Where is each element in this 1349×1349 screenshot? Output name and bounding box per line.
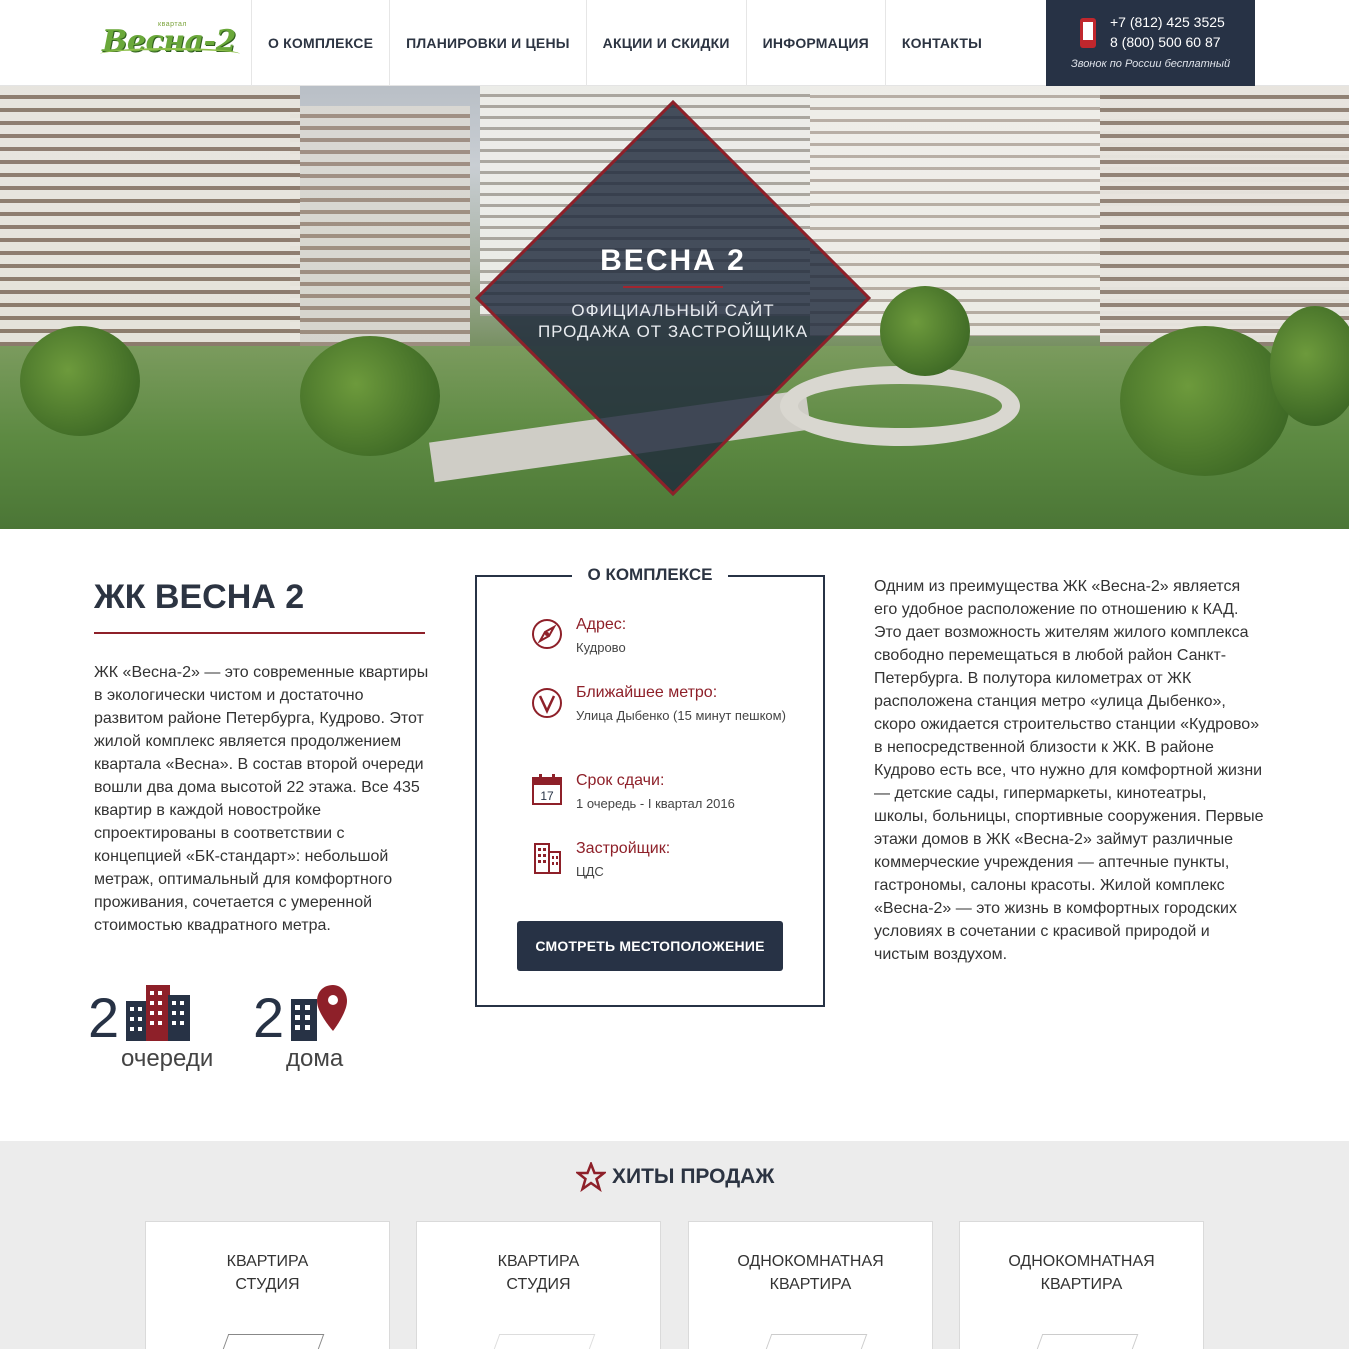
hit-card[interactable]: Однокомнатная квартира (688, 1221, 933, 1349)
info-value: ЦДС (576, 864, 604, 879)
hero-building (290, 106, 470, 356)
hit-card-title-line1: Однокомнатная (737, 1253, 884, 1270)
info-box-title: О КОМПЛЕКСЕ (572, 565, 728, 585)
hit-card-title-line2: студия (235, 1276, 300, 1293)
about-title-underline (94, 632, 425, 634)
info-value: Кудрово (576, 640, 626, 655)
floor-plan-thumbnail (484, 1334, 596, 1349)
hit-card-title-line2: квартира (1040, 1276, 1123, 1293)
phone-number-1[interactable]: +7 (812) 425 3525 (1110, 14, 1225, 30)
nav-item-information[interactable]: Информация (745, 0, 885, 86)
stat-number: 2 (88, 986, 120, 1049)
stat-label: дома (286, 1045, 344, 1072)
hit-card-title: Однокомнатная квартира (689, 1250, 932, 1296)
hit-card-title: Квартира студия (417, 1250, 660, 1296)
calendar-icon: 17 (532, 774, 562, 805)
hero-diamond (475, 100, 871, 496)
hit-card-title-line2: студия (506, 1276, 571, 1293)
metro-icon (532, 688, 562, 718)
logo[interactable]: квартал Весна-2 (100, 18, 245, 60)
floor-plan-thumbnail (756, 1334, 868, 1349)
info-label: Срок сдачи: (576, 772, 665, 789)
floor-plan-thumbnail (1027, 1334, 1139, 1349)
buildings-icon (126, 985, 190, 1041)
nav-item-contacts[interactable]: Контакты (884, 0, 998, 86)
hits-title: ХИТЫ ПРОДАЖ (612, 1165, 775, 1188)
hero-tree (1120, 326, 1290, 476)
star-icon (576, 1162, 606, 1192)
hit-card[interactable]: Квартира студия (145, 1221, 390, 1349)
calendar-day: 17 (540, 789, 554, 803)
stat-label: очереди (121, 1045, 214, 1072)
hit-card[interactable]: Квартира студия (416, 1221, 661, 1349)
hero-subtitle-1: ОФИЦИАЛЬНЫЙ САЙТ (571, 301, 775, 320)
hit-card-title: Однокомнатная квартира (960, 1250, 1203, 1296)
hit-card-title-line1: Однокомнатная (1008, 1253, 1155, 1270)
phone-number-2[interactable]: 8 (800) 500 60 87 (1110, 34, 1221, 50)
view-location-button[interactable]: Смотреть местоположение (517, 921, 783, 971)
hit-card[interactable]: Однокомнатная квартира (959, 1221, 1204, 1349)
phone-box: +7 (812) 425 3525 8 (800) 500 60 87 Звон… (1046, 0, 1255, 86)
stat-number: 2 (253, 986, 285, 1049)
hit-card-title-line1: Квартира (497, 1253, 580, 1270)
site-header: квартал Весна-2 О комплексе Планировки и… (0, 0, 1349, 86)
hero-divider (623, 286, 723, 288)
building-pin-icon (291, 985, 347, 1041)
hit-card-title-line1: Квартира (226, 1253, 309, 1270)
hit-card-title: Квартира студия (146, 1250, 389, 1296)
hit-card-title-line2: квартира (769, 1276, 852, 1293)
info-label: Ближайшее метро: (576, 684, 718, 701)
hero-title: ВЕСНА 2 (600, 244, 746, 277)
hero-tree (300, 336, 440, 456)
info-label: Застройщик: (576, 840, 671, 857)
mobile-phone-icon (1080, 18, 1096, 48)
nav-item-promotions[interactable]: Акции и скидки (585, 0, 746, 86)
location-description: Одним из преимущества ЖК «Весна-2» являе… (874, 578, 1264, 963)
about-text: ЖК «Весна-2» — это современные квартиры … (94, 664, 429, 934)
hero-tree (880, 286, 970, 376)
main-nav: О комплексе Планировки и цены Акции и ск… (251, 0, 998, 86)
info-value: 1 очередь - I квартал 2016 (576, 796, 735, 811)
developer-building-icon (534, 843, 561, 874)
info-label: Адрес: (576, 616, 627, 633)
hero-subtitle-2: ПРОДАЖА ОТ ЗАСТРОЙЩИКА (537, 322, 809, 341)
logo-swoosh (100, 48, 240, 60)
hero-tree (20, 326, 140, 436)
about-title: ЖК ВЕСНА 2 (94, 578, 305, 616)
info-value: Улица Дыбенко (15 минут пешком) (576, 708, 786, 723)
floor-plan-thumbnail (213, 1334, 325, 1349)
hero-diamond-shape (475, 100, 871, 496)
nav-item-plans-prices[interactable]: Планировки и цены (389, 0, 586, 86)
compass-icon (532, 619, 562, 649)
nav-item-about[interactable]: О комплексе (251, 0, 389, 86)
phone-note: Звонок по России бесплатный (1070, 58, 1231, 70)
